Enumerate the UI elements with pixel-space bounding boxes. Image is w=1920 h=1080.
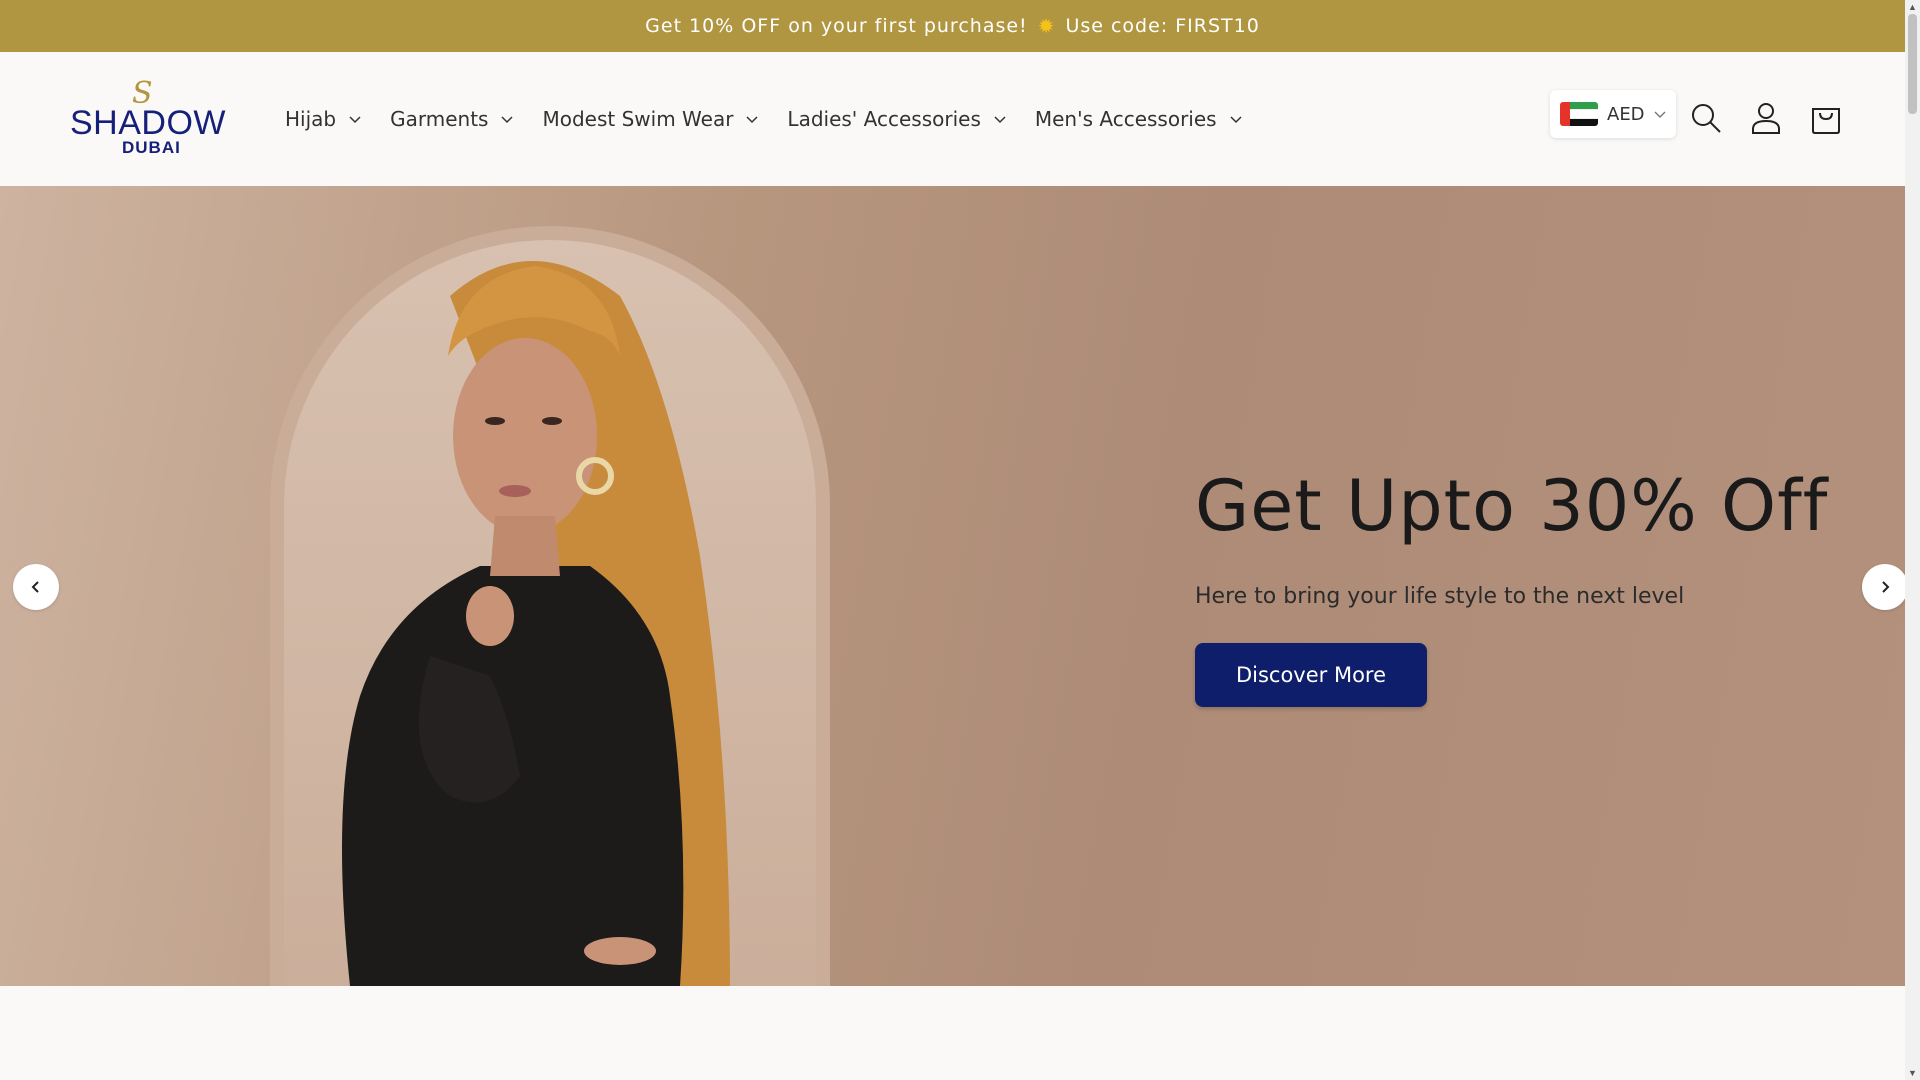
nav-item-label: Hijab [285,107,337,131]
nav-item-label: Modest Swim Wear [542,107,734,131]
next-slide-button[interactable] [1862,564,1905,610]
nav-item-label: Garments [390,107,489,131]
page-scrollbar[interactable]: ▲ ▼ [1905,0,1920,1080]
nav-item-modest-swim-wear[interactable]: Modest Swim Wear [542,107,759,131]
page: Get 10% OFF on your first purchase! ✹ Us… [0,0,1920,1080]
scroll-up-arrow-icon[interactable]: ▲ [1908,2,1917,12]
search-icon[interactable] [1688,100,1724,136]
currency-selector[interactable]: AED [1550,90,1676,138]
nav-item-garments[interactable]: Garments [390,107,514,131]
hero-content: Get Upto 30% Off Here to bring your life… [1195,466,1875,707]
announcement-bar: Get 10% OFF on your first purchase! ✹ Us… [0,0,1905,52]
announcement-code-text: Use code: FIRST10 [1065,15,1260,37]
nav-item-label: Ladies' Accessories [787,107,981,131]
previous-slide-button[interactable] [13,564,59,610]
chevron-down-icon [501,116,513,124]
hero-model-image [342,261,730,986]
chevron-down-icon [994,116,1006,124]
discover-more-button[interactable]: Discover More [1195,643,1427,707]
nav-item-mens-accessories[interactable]: Men's Accessories [1035,107,1243,131]
chevron-right-icon [1882,581,1890,593]
announcement-text: Get 10% OFF on your first purchase! [645,15,1028,37]
logo[interactable]: S SHADOW DUBAI [70,76,226,162]
logo-city: DUBAI [122,138,181,157]
scrollbar-thumb[interactable] [1908,14,1917,114]
chevron-down-icon [1654,111,1666,118]
uae-flag-icon [1560,102,1598,126]
cart-icon[interactable] [1808,100,1844,136]
site-header: S SHADOW DUBAI Hijab Garments Modest Swi… [0,52,1905,186]
sun-icon: ✹ [1037,14,1056,38]
hero-title: Get Upto 30% Off [1195,465,1829,547]
chevron-left-icon [31,581,39,593]
chevron-down-icon [349,116,361,124]
chevron-down-icon [746,116,758,124]
main-nav: Hijab Garments Modest Swim Wear Ladies' … [285,52,1271,186]
hero-slideshow: Get Upto 30% Off Here to bring your life… [0,186,1905,986]
nav-item-hijab[interactable]: Hijab [285,107,362,131]
nav-item-ladies-accessories[interactable]: Ladies' Accessories [787,107,1006,131]
hero-subtitle: Here to bring your life style to the nex… [1195,584,1685,609]
account-icon[interactable] [1748,100,1784,136]
scroll-down-arrow-icon[interactable]: ▼ [1908,1068,1917,1078]
currency-code: AED [1607,103,1645,125]
nav-item-label: Men's Accessories [1034,107,1217,131]
chevron-down-icon [1230,116,1242,124]
